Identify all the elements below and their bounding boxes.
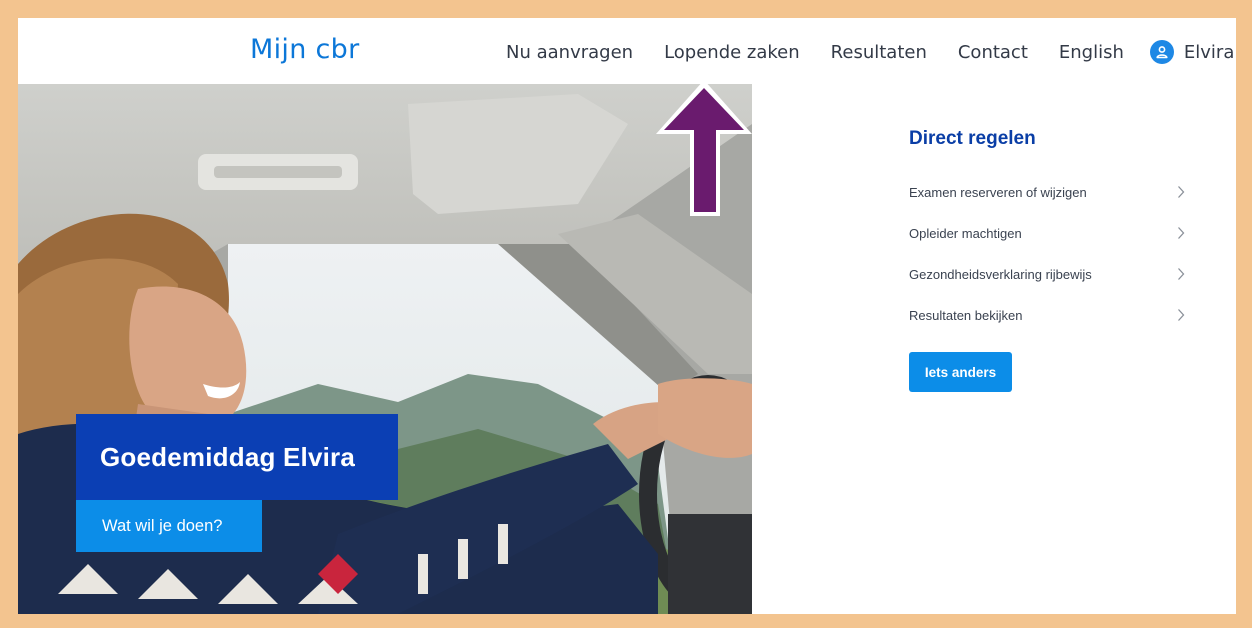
menu-item-gezondheidsverklaring[interactable]: Gezondheidsverklaring rijbewijs <box>909 254 1189 295</box>
chevron-right-icon <box>1178 227 1185 239</box>
nav-link-nu-aanvragen[interactable]: Nu aanvragen <box>506 42 633 63</box>
chevron-right-icon <box>1178 186 1185 198</box>
nav-link-resultaten[interactable]: Resultaten <box>831 42 927 63</box>
user-icon <box>1149 40 1174 64</box>
menu-item-examen-reserveren[interactable]: Examen reserveren of wijzigen <box>909 172 1189 213</box>
nav-link-contact[interactable]: Contact <box>958 42 1028 63</box>
greeting-text: Goedemiddag Elvira <box>100 441 356 472</box>
iets-anders-button[interactable]: Iets anders <box>909 352 1012 392</box>
nav-links: Nu aanvragen Lopende zaken Resultaten Co… <box>506 40 1234 64</box>
panel-title: Direct regelen <box>909 128 1036 149</box>
menu-item-label: Gezondheidsverklaring rijbewijs <box>909 267 1092 282</box>
what-to-do-button[interactable]: Wat wil je doen? <box>76 500 262 552</box>
menu-item-opleider-machtigen[interactable]: Opleider machtigen <box>909 213 1189 254</box>
menu-item-label: Examen reserveren of wijzigen <box>909 185 1087 200</box>
chevron-right-icon <box>1178 268 1185 280</box>
up-arrow-annotation-icon <box>656 80 752 216</box>
user-name: Elvira <box>1183 41 1235 63</box>
brand-logo[interactable]: Mijn cbr <box>250 34 359 65</box>
nav-link-lopende-zaken[interactable]: Lopende zaken <box>664 42 800 63</box>
menu-item-resultaten-bekijken[interactable]: Resultaten bekijken <box>909 295 1189 336</box>
greeting-banner: Goedemiddag Elvira <box>76 414 398 500</box>
user-menu[interactable]: Elvira <box>1149 40 1235 64</box>
what-to-do-label: Wat wil je doen? <box>102 516 223 535</box>
top-navigation: Mijn cbr Nu aanvragen Lopende zaken Resu… <box>18 18 1236 84</box>
direct-regelen-panel: Direct regelen Examen reserveren of wijz… <box>909 128 1189 392</box>
menu-item-label: Resultaten bekijken <box>909 308 1023 323</box>
app-frame: Mijn cbr Nu aanvragen Lopende zaken Resu… <box>18 18 1236 614</box>
chevron-right-icon <box>1178 309 1185 321</box>
menu-item-label: Opleider machtigen <box>909 226 1022 241</box>
nav-link-english[interactable]: English <box>1059 42 1124 63</box>
